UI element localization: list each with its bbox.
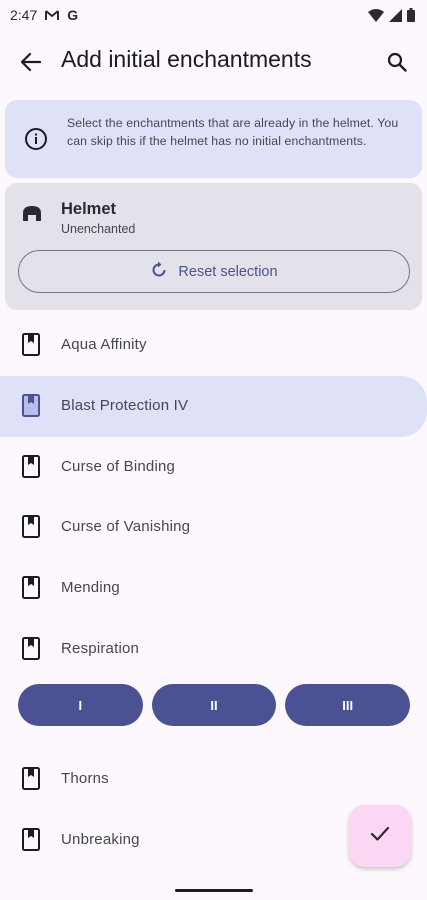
book-icon <box>21 515 41 539</box>
reset-selection-label: Reset selection <box>178 263 278 280</box>
enchantment-item-curse-of-vanishing[interactable]: Curse of Vanishing <box>0 497 427 558</box>
book-icon <box>21 333 41 357</box>
book-icon <box>21 767 41 791</box>
refresh-icon <box>150 261 168 283</box>
enchantment-label: Aqua Affinity <box>61 336 147 353</box>
search-icon[interactable] <box>384 49 410 75</box>
book-icon <box>21 828 41 852</box>
enchantment-label: Blast Protection IV <box>61 397 189 414</box>
enchantment-label: Mending <box>61 579 120 596</box>
cell-signal-icon <box>389 8 402 22</box>
enchantment-item-thorns[interactable]: Thorns <box>0 749 427 810</box>
book-icon <box>21 576 41 600</box>
wifi-icon <box>368 8 384 22</box>
item-name: Helmet <box>61 200 117 218</box>
level-button-3[interactable]: III <box>285 684 411 726</box>
book-icon <box>21 637 41 661</box>
google-icon: G <box>67 7 79 23</box>
level-selector: I II III <box>18 684 411 726</box>
enchantment-item-curse-of-binding[interactable]: Curse of Binding <box>0 437 427 498</box>
enchantment-label: Curse of Vanishing <box>61 518 191 535</box>
app-bar: Add initial enchantments <box>0 30 427 94</box>
confirm-fab[interactable] <box>349 805 411 867</box>
check-icon <box>370 826 390 847</box>
info-icon <box>24 127 48 151</box>
item-card: Helmet Unenchanted Reset selection <box>5 183 422 310</box>
enchantment-label: Respiration <box>61 640 140 657</box>
page-title: Add initial enchantments <box>61 46 312 72</box>
helmet-icon <box>21 203 43 225</box>
enchantment-item-blast-protection[interactable]: Blast Protection IV <box>0 376 427 437</box>
book-icon <box>21 455 41 479</box>
battery-icon <box>407 8 415 22</box>
arrow-back-icon[interactable] <box>18 49 44 75</box>
level-button-2[interactable]: II <box>151 684 277 726</box>
info-text: Select the enchantments that are already… <box>67 116 399 148</box>
reset-selection-button[interactable]: Reset selection <box>18 250 410 293</box>
info-banner: Select the enchantments that are already… <box>5 100 422 178</box>
enchantment-label: Unbreaking <box>61 831 140 848</box>
gmail-icon <box>45 9 60 21</box>
status-time: 2:47 <box>10 7 38 23</box>
enchantment-item-aqua-affinity[interactable]: Aqua Affinity <box>0 315 427 376</box>
status-bar: 2:47 G <box>0 0 427 30</box>
level-button-1[interactable]: I <box>18 684 143 726</box>
item-status: Unenchanted <box>61 222 136 236</box>
enchantment-item-respiration[interactable]: Respiration <box>0 619 427 680</box>
enchantment-label: Curse of Binding <box>61 458 176 475</box>
enchantment-item-mending[interactable]: Mending <box>0 558 427 619</box>
enchantment-label: Thorns <box>61 770 109 787</box>
book-icon <box>21 394 41 418</box>
gesture-nav-handle[interactable] <box>175 889 253 892</box>
